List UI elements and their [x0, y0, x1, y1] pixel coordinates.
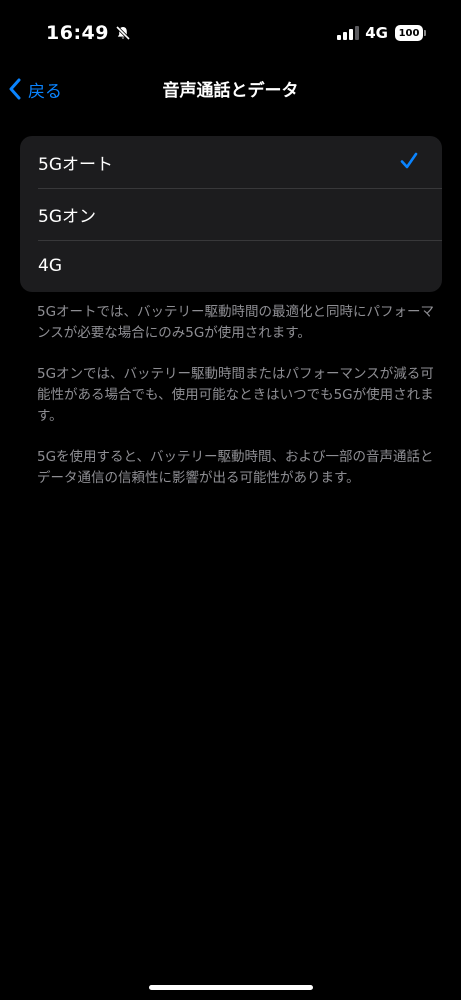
- checkmark-icon: [400, 152, 418, 169]
- footer-note-5g-usage: 5Gを使用すると、バッテリー駆動時間、および一部の音声通話とデータ通信の信頼性に…: [37, 449, 434, 486]
- option-label: 4G: [38, 256, 62, 276]
- footer-note-5g-on: 5Gオンでは、バッテリー駆動時間またはパフォーマンスが減る可能性がある場合でも、…: [37, 366, 434, 424]
- option-label: 5Gオン: [38, 206, 96, 227]
- page-title: 音声通話とデータ: [162, 81, 299, 101]
- status-bar: 16:49 4G 100: [0, 0, 461, 66]
- footer-note-5g-auto: 5Gオートでは、バッテリー駆動時間の最適化と同時にパフォーマンスが必要な場合にの…: [37, 304, 435, 341]
- cellular-signal-icon: [337, 26, 360, 40]
- option-5g-auto[interactable]: 5Gオート: [20, 136, 442, 188]
- network-type: 4G: [365, 24, 388, 42]
- option-label: 5Gオート: [38, 154, 113, 175]
- status-time: 16:49: [46, 22, 109, 44]
- battery-icon: 100: [395, 25, 426, 41]
- bell-slash-icon: [115, 25, 131, 41]
- status-right-group: 4G 100: [337, 24, 426, 42]
- status-time-group: 16:49: [46, 22, 131, 44]
- navigation-bar: 戻る 音声通話とデータ: [0, 66, 461, 112]
- option-5g-on[interactable]: 5Gオン: [20, 188, 442, 240]
- footer-notes: 5Gオートでは、バッテリー駆動時間の最適化と同時にパフォーマンスが必要な場合にの…: [37, 302, 437, 509]
- option-4g[interactable]: 4G: [20, 240, 442, 292]
- options-list: 5Gオート 5Gオン 4G: [20, 136, 442, 292]
- home-indicator[interactable]: [149, 985, 313, 990]
